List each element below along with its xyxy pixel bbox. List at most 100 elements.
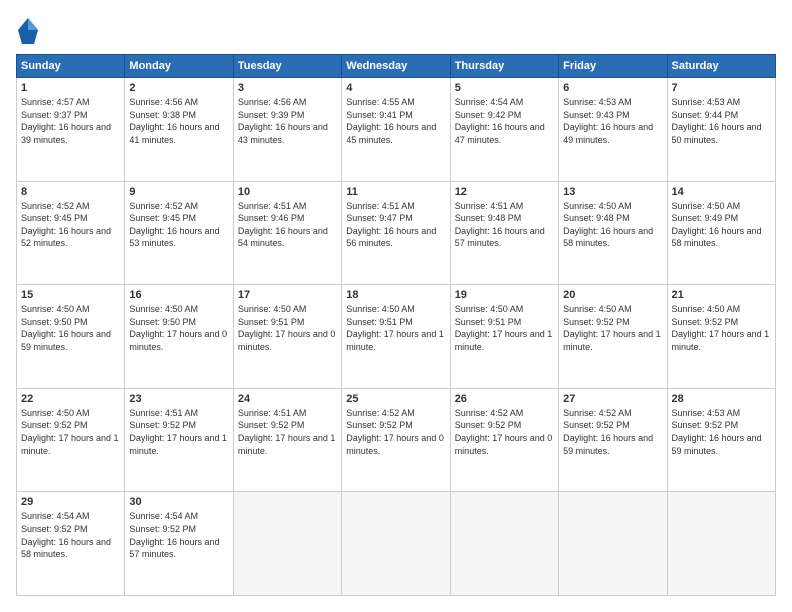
day-info: Sunrise: 4:53 AMSunset: 9:44 PMDaylight:…	[672, 97, 762, 145]
day-number: 8	[21, 186, 120, 198]
calendar-day-cell: 17 Sunrise: 4:50 AMSunset: 9:51 PMDayligh…	[233, 285, 341, 389]
day-number: 17	[238, 289, 337, 301]
calendar-day-cell: 16 Sunrise: 4:50 AMSunset: 9:50 PMDayligh…	[125, 285, 233, 389]
calendar-day-cell: 12 Sunrise: 4:51 AMSunset: 9:48 PMDayligh…	[450, 181, 558, 285]
calendar-week-row: 15 Sunrise: 4:50 AMSunset: 9:50 PMDayligh…	[17, 285, 776, 389]
calendar-day-header: Saturday	[667, 55, 775, 78]
day-info: Sunrise: 4:53 AMSunset: 9:43 PMDaylight:…	[563, 97, 653, 145]
day-number: 25	[346, 393, 445, 405]
day-info: Sunrise: 4:56 AMSunset: 9:39 PMDaylight:…	[238, 97, 328, 145]
day-number: 20	[563, 289, 662, 301]
day-number: 27	[563, 393, 662, 405]
calendar-day-cell: 27 Sunrise: 4:52 AMSunset: 9:52 PMDayligh…	[559, 388, 667, 492]
calendar-day-cell: 1 Sunrise: 4:57 AMSunset: 9:37 PMDaylight…	[17, 78, 125, 182]
calendar-day-cell: 28 Sunrise: 4:53 AMSunset: 9:52 PMDayligh…	[667, 388, 775, 492]
logo	[16, 16, 44, 44]
calendar-day-header: Monday	[125, 55, 233, 78]
calendar-day-header: Friday	[559, 55, 667, 78]
day-number: 15	[21, 289, 120, 301]
day-info: Sunrise: 4:56 AMSunset: 9:38 PMDaylight:…	[129, 97, 219, 145]
calendar-day-cell: 3 Sunrise: 4:56 AMSunset: 9:39 PMDaylight…	[233, 78, 341, 182]
calendar-day-cell	[342, 492, 450, 596]
day-info: Sunrise: 4:50 AMSunset: 9:52 PMDaylight:…	[672, 304, 770, 352]
day-number: 29	[21, 496, 120, 508]
calendar-day-cell: 19Sunrise: 4:50 AMSunset: 9:51 PMDayligh…	[450, 285, 558, 389]
calendar-week-row: 8 Sunrise: 4:52 AMSunset: 9:45 PMDaylight…	[17, 181, 776, 285]
calendar-day-cell: 22 Sunrise: 4:50 AMSunset: 9:52 PMDayligh…	[17, 388, 125, 492]
calendar-day-cell: 6Sunrise: 4:53 AMSunset: 9:43 PMDaylight…	[559, 78, 667, 182]
day-info: Sunrise: 4:50 AMSunset: 9:52 PMDaylight:…	[563, 304, 661, 352]
day-info: Sunrise: 4:52 AMSunset: 9:45 PMDaylight:…	[129, 201, 219, 249]
calendar-day-cell: 15 Sunrise: 4:50 AMSunset: 9:50 PMDayligh…	[17, 285, 125, 389]
calendar-day-cell: 24 Sunrise: 4:51 AMSunset: 9:52 PMDayligh…	[233, 388, 341, 492]
day-number: 7	[672, 82, 771, 94]
day-number: 11	[346, 186, 445, 198]
calendar-day-cell	[667, 492, 775, 596]
day-info: Sunrise: 4:52 AMSunset: 9:52 PMDaylight:…	[563, 408, 653, 456]
calendar-week-row: 29 Sunrise: 4:54 AMSunset: 9:52 PMDayligh…	[17, 492, 776, 596]
logo-icon	[16, 16, 40, 44]
calendar-day-cell: 21Sunrise: 4:50 AMSunset: 9:52 PMDayligh…	[667, 285, 775, 389]
calendar-day-header: Sunday	[17, 55, 125, 78]
calendar-day-header: Wednesday	[342, 55, 450, 78]
calendar-day-cell: 9 Sunrise: 4:52 AMSunset: 9:45 PMDaylight…	[125, 181, 233, 285]
calendar-header-row: SundayMondayTuesdayWednesdayThursdayFrid…	[17, 55, 776, 78]
day-number: 16	[129, 289, 228, 301]
calendar-day-cell: 20 Sunrise: 4:50 AMSunset: 9:52 PMDayligh…	[559, 285, 667, 389]
day-number: 18	[346, 289, 445, 301]
calendar-day-cell: 5 Sunrise: 4:54 AMSunset: 9:42 PMDaylight…	[450, 78, 558, 182]
calendar-day-cell: 25 Sunrise: 4:52 AMSunset: 9:52 PMDayligh…	[342, 388, 450, 492]
calendar-day-cell: 7 Sunrise: 4:53 AMSunset: 9:44 PMDaylight…	[667, 78, 775, 182]
day-info: Sunrise: 4:51 AMSunset: 9:52 PMDaylight:…	[129, 408, 227, 456]
day-info: Sunrise: 4:50 AMSunset: 9:50 PMDaylight:…	[21, 304, 111, 352]
day-info: Sunrise: 4:50 AMSunset: 9:51 PMDaylight:…	[455, 304, 553, 352]
page-header	[16, 16, 776, 44]
day-info: Sunrise: 4:50 AMSunset: 9:48 PMDaylight:…	[563, 201, 653, 249]
day-number: 4	[346, 82, 445, 94]
day-info: Sunrise: 4:52 AMSunset: 9:45 PMDaylight:…	[21, 201, 111, 249]
day-info: Sunrise: 4:51 AMSunset: 9:48 PMDaylight:…	[455, 201, 545, 249]
day-number: 24	[238, 393, 337, 405]
calendar-day-cell: 8 Sunrise: 4:52 AMSunset: 9:45 PMDaylight…	[17, 181, 125, 285]
day-info: Sunrise: 4:50 AMSunset: 9:49 PMDaylight:…	[672, 201, 762, 249]
day-info: Sunrise: 4:51 AMSunset: 9:47 PMDaylight:…	[346, 201, 436, 249]
calendar-day-cell: 29 Sunrise: 4:54 AMSunset: 9:52 PMDayligh…	[17, 492, 125, 596]
calendar-table: SundayMondayTuesdayWednesdayThursdayFrid…	[16, 54, 776, 596]
calendar-day-cell: 23 Sunrise: 4:51 AMSunset: 9:52 PMDayligh…	[125, 388, 233, 492]
day-number: 5	[455, 82, 554, 94]
day-info: Sunrise: 4:52 AMSunset: 9:52 PMDaylight:…	[455, 408, 553, 456]
day-number: 28	[672, 393, 771, 405]
day-number: 1	[21, 82, 120, 94]
calendar-day-cell	[559, 492, 667, 596]
day-number: 23	[129, 393, 228, 405]
day-info: Sunrise: 4:51 AMSunset: 9:46 PMDaylight:…	[238, 201, 328, 249]
day-info: Sunrise: 4:53 AMSunset: 9:52 PMDaylight:…	[672, 408, 762, 456]
calendar-week-row: 22 Sunrise: 4:50 AMSunset: 9:52 PMDayligh…	[17, 388, 776, 492]
calendar-day-cell: 10 Sunrise: 4:51 AMSunset: 9:46 PMDayligh…	[233, 181, 341, 285]
day-number: 12	[455, 186, 554, 198]
day-number: 26	[455, 393, 554, 405]
day-info: Sunrise: 4:50 AMSunset: 9:50 PMDaylight:…	[129, 304, 227, 352]
day-info: Sunrise: 4:54 AMSunset: 9:42 PMDaylight:…	[455, 97, 545, 145]
calendar-day-cell: 2 Sunrise: 4:56 AMSunset: 9:38 PMDaylight…	[125, 78, 233, 182]
day-info: Sunrise: 4:50 AMSunset: 9:51 PMDaylight:…	[346, 304, 444, 352]
day-number: 30	[129, 496, 228, 508]
day-info: Sunrise: 4:50 AMSunset: 9:52 PMDaylight:…	[21, 408, 119, 456]
day-number: 13	[563, 186, 662, 198]
day-info: Sunrise: 4:57 AMSunset: 9:37 PMDaylight:…	[21, 97, 111, 145]
calendar-day-cell: 4Sunrise: 4:55 AMSunset: 9:41 PMDaylight…	[342, 78, 450, 182]
calendar-day-cell	[450, 492, 558, 596]
calendar-day-cell: 13 Sunrise: 4:50 AMSunset: 9:48 PMDayligh…	[559, 181, 667, 285]
calendar-day-header: Tuesday	[233, 55, 341, 78]
day-info: Sunrise: 4:51 AMSunset: 9:52 PMDaylight:…	[238, 408, 336, 456]
day-number: 3	[238, 82, 337, 94]
calendar-week-row: 1 Sunrise: 4:57 AMSunset: 9:37 PMDaylight…	[17, 78, 776, 182]
day-number: 9	[129, 186, 228, 198]
day-info: Sunrise: 4:52 AMSunset: 9:52 PMDaylight:…	[346, 408, 444, 456]
day-info: Sunrise: 4:54 AMSunset: 9:52 PMDaylight:…	[21, 511, 111, 559]
day-info: Sunrise: 4:50 AMSunset: 9:51 PMDaylight:…	[238, 304, 336, 352]
day-number: 2	[129, 82, 228, 94]
calendar-day-header: Thursday	[450, 55, 558, 78]
day-number: 22	[21, 393, 120, 405]
day-number: 10	[238, 186, 337, 198]
